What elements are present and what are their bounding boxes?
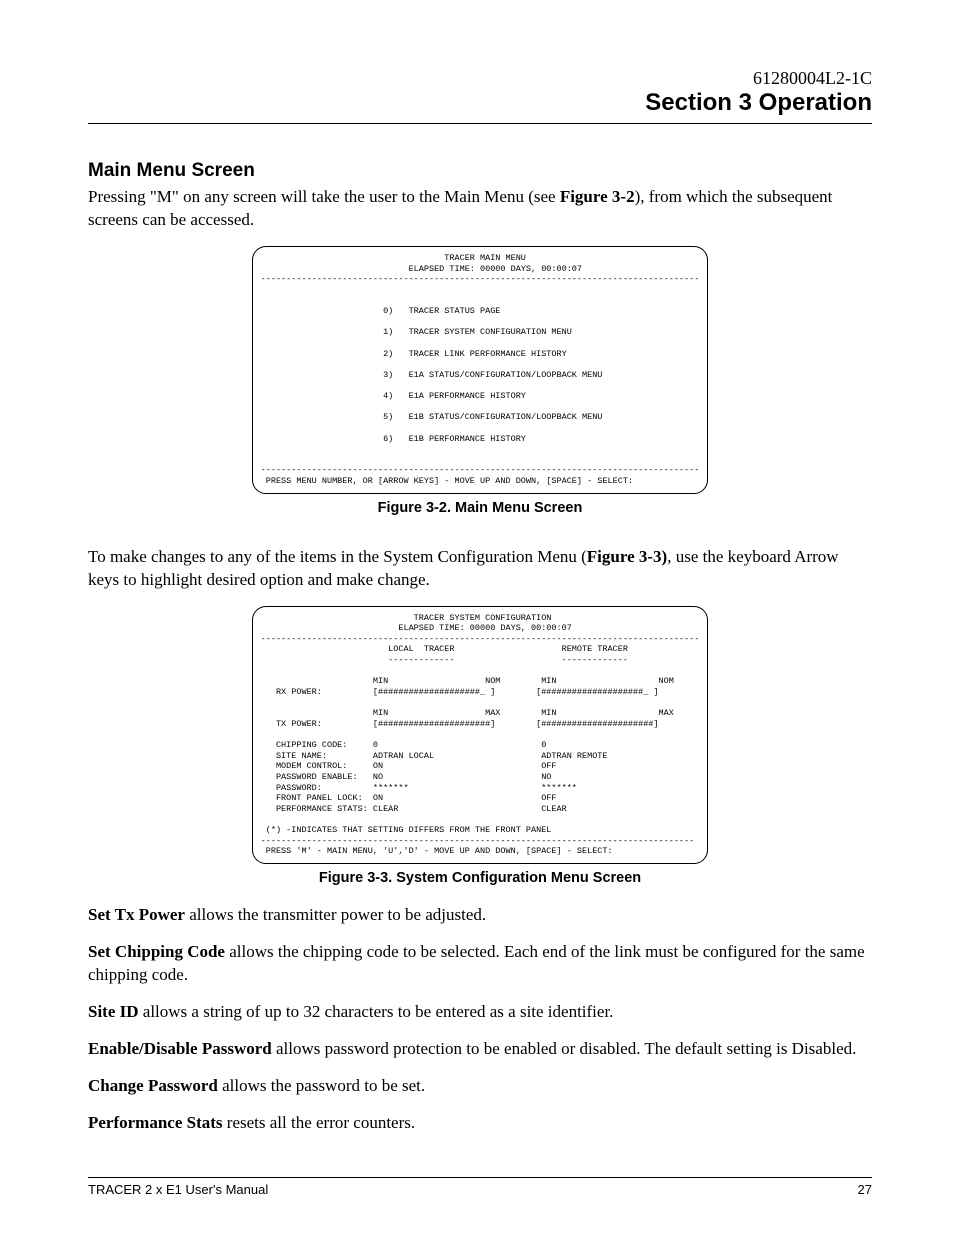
para-change-password: Change Password allows the password to b… [88, 1075, 872, 1098]
text-change-password: allows the password to be set. [218, 1076, 425, 1095]
label-set-tx-power: Set Tx Power [88, 905, 185, 924]
para-performance-stats: Performance Stats resets all the error c… [88, 1112, 872, 1135]
footer-page-number: 27 [858, 1182, 872, 1197]
para-set-tx-power: Set Tx Power allows the transmitter powe… [88, 904, 872, 927]
label-enable-disable-password: Enable/Disable Password [88, 1039, 272, 1058]
label-change-password: Change Password [88, 1076, 218, 1095]
terminal-sys-config: TRACER SYSTEM CONFIGURATION ELAPSED TIME… [261, 613, 700, 857]
para-site-id: Site ID allows a string of up to 32 char… [88, 1001, 872, 1024]
footer-manual-title: TRACER 2 x E1 User's Manual [88, 1182, 268, 1197]
label-performance-stats: Performance Stats [88, 1113, 223, 1132]
para-set-chipping-code: Set Chipping Code allows the chipping co… [88, 941, 872, 987]
intro-paragraph: Pressing "M" on any screen will take the… [88, 186, 872, 232]
caption-figure-3-3: Figure 3-3. System Configuration Menu Sc… [88, 870, 872, 886]
label-site-id: Site ID [88, 1002, 139, 1021]
text-performance-stats: resets all the error counters. [223, 1113, 416, 1132]
header-rule [88, 123, 872, 124]
text-set-tx-power: allows the transmitter power to be adjus… [185, 905, 486, 924]
mid-paragraph: To make changes to any of the items in t… [88, 546, 872, 592]
mid-text-1: To make changes to any of the items in t… [88, 547, 587, 566]
terminal-frame-main-menu: TRACER MAIN MENU ELAPSED TIME: 00000 DAY… [252, 246, 709, 494]
document-number: 61280004L2-1C [88, 68, 872, 89]
para-enable-disable-password: Enable/Disable Password allows password … [88, 1038, 872, 1061]
caption-figure-3-2: Figure 3-2. Main Menu Screen [88, 500, 872, 516]
intro-text-1: Pressing "M" on any screen will take the… [88, 187, 560, 206]
figure-ref-3-2: Figure 3-2 [560, 187, 635, 206]
figure-ref-3-3: Figure 3-3) [587, 547, 667, 566]
text-enable-disable-password: allows password protection to be enabled… [272, 1039, 857, 1058]
figure-3-2-wrap: TRACER MAIN MENU ELAPSED TIME: 00000 DAY… [88, 246, 872, 494]
terminal-main-menu: TRACER MAIN MENU ELAPSED TIME: 00000 DAY… [261, 253, 700, 487]
page-header: 61280004L2-1C Section 3 Operation [88, 68, 872, 117]
page-footer: TRACER 2 x E1 User's Manual 27 [88, 1177, 872, 1197]
label-set-chipping-code: Set Chipping Code [88, 942, 225, 961]
figure-3-3-wrap: TRACER SYSTEM CONFIGURATION ELAPSED TIME… [88, 606, 872, 864]
terminal-frame-sys-config: TRACER SYSTEM CONFIGURATION ELAPSED TIME… [252, 606, 709, 864]
section-title: Section 3 Operation [88, 89, 872, 117]
heading-main-menu: Main Menu Screen [88, 160, 872, 182]
text-site-id: allows a string of up to 32 characters t… [139, 1002, 614, 1021]
footer-rule [88, 1177, 872, 1178]
